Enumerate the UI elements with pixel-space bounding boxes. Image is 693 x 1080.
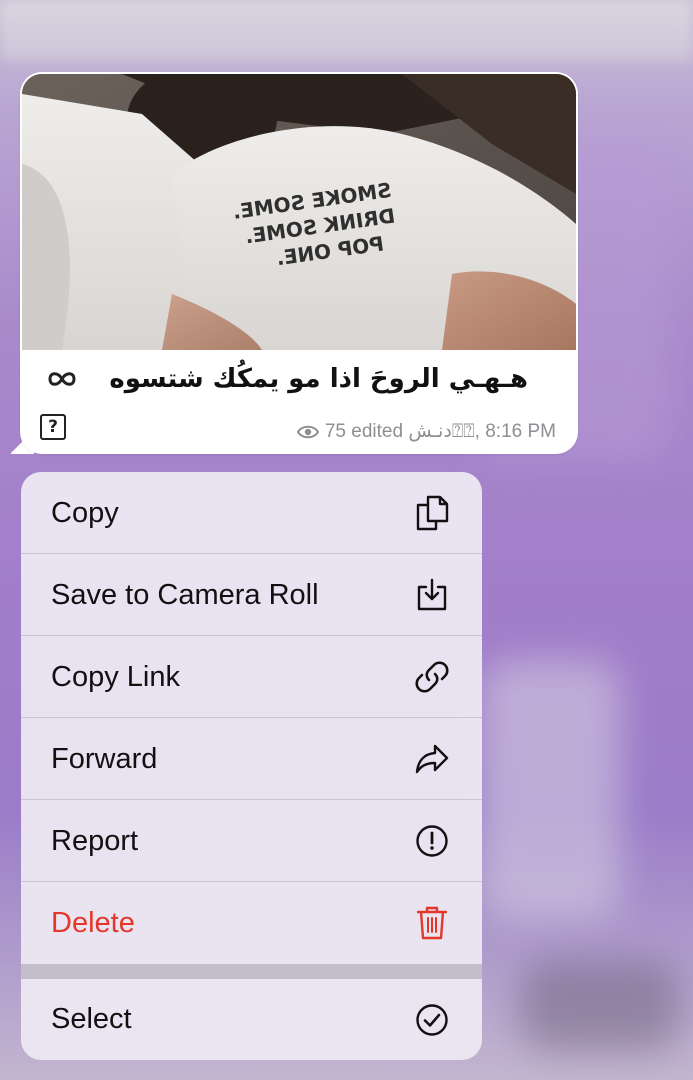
menu-item-label: Copy — [51, 496, 119, 529]
menu-item-label: Forward — [51, 742, 158, 775]
context-menu: Copy Save to Camera Roll Copy Link Forwa… — [21, 472, 482, 1060]
menu-item-copy-link[interactable]: Copy Link — [21, 636, 482, 718]
menu-item-report[interactable]: Report — [21, 800, 482, 882]
menu-item-save-to-camera-roll[interactable]: Save to Camera Roll — [21, 554, 482, 636]
blurred-background-shape — [520, 960, 680, 1050]
menu-item-label: Save to Camera Roll — [51, 578, 319, 611]
menu-item-delete[interactable]: Delete — [21, 882, 482, 964]
trash-icon — [412, 903, 452, 943]
menu-item-label: Delete — [51, 906, 135, 939]
message-photo[interactable]: SMOKE SOME. DRINK SOME. POP ONE. — [22, 74, 576, 350]
menu-item-label: Report — [51, 824, 139, 857]
blurred-header — [0, 0, 693, 60]
blurred-background-shape — [480, 660, 620, 920]
report-icon — [412, 821, 452, 861]
link-icon — [412, 657, 452, 697]
menu-item-label: Copy Link — [51, 660, 180, 693]
checkmark-circle-icon — [412, 1000, 452, 1040]
save-icon — [412, 575, 452, 615]
message-caption: هـهـي الروحَ اذا مو يمكُك شتسوه — [109, 364, 528, 394]
message-bubble[interactable]: SMOKE SOME. DRINK SOME. POP ONE. هـهـي ا… — [20, 72, 578, 454]
copy-icon — [412, 493, 452, 533]
menu-group-separator — [21, 964, 482, 979]
menu-item-copy[interactable]: Copy — [21, 472, 482, 554]
menu-item-label: Select — [51, 1003, 132, 1035]
menu-item-forward[interactable]: Forward — [21, 718, 482, 800]
unknown-glyph-icon: ? — [40, 414, 66, 440]
forward-icon — [412, 739, 452, 779]
menu-item-select[interactable]: Select — [21, 979, 482, 1060]
eye-icon — [296, 425, 319, 438]
infinity-icon — [48, 372, 76, 386]
message-meta-text: 75 edited دنـش⍰⍰, 8:16 PM — [324, 421, 556, 442]
message-meta: 75 edited دنـش⍰⍰, 8:16 PM — [296, 420, 556, 443]
